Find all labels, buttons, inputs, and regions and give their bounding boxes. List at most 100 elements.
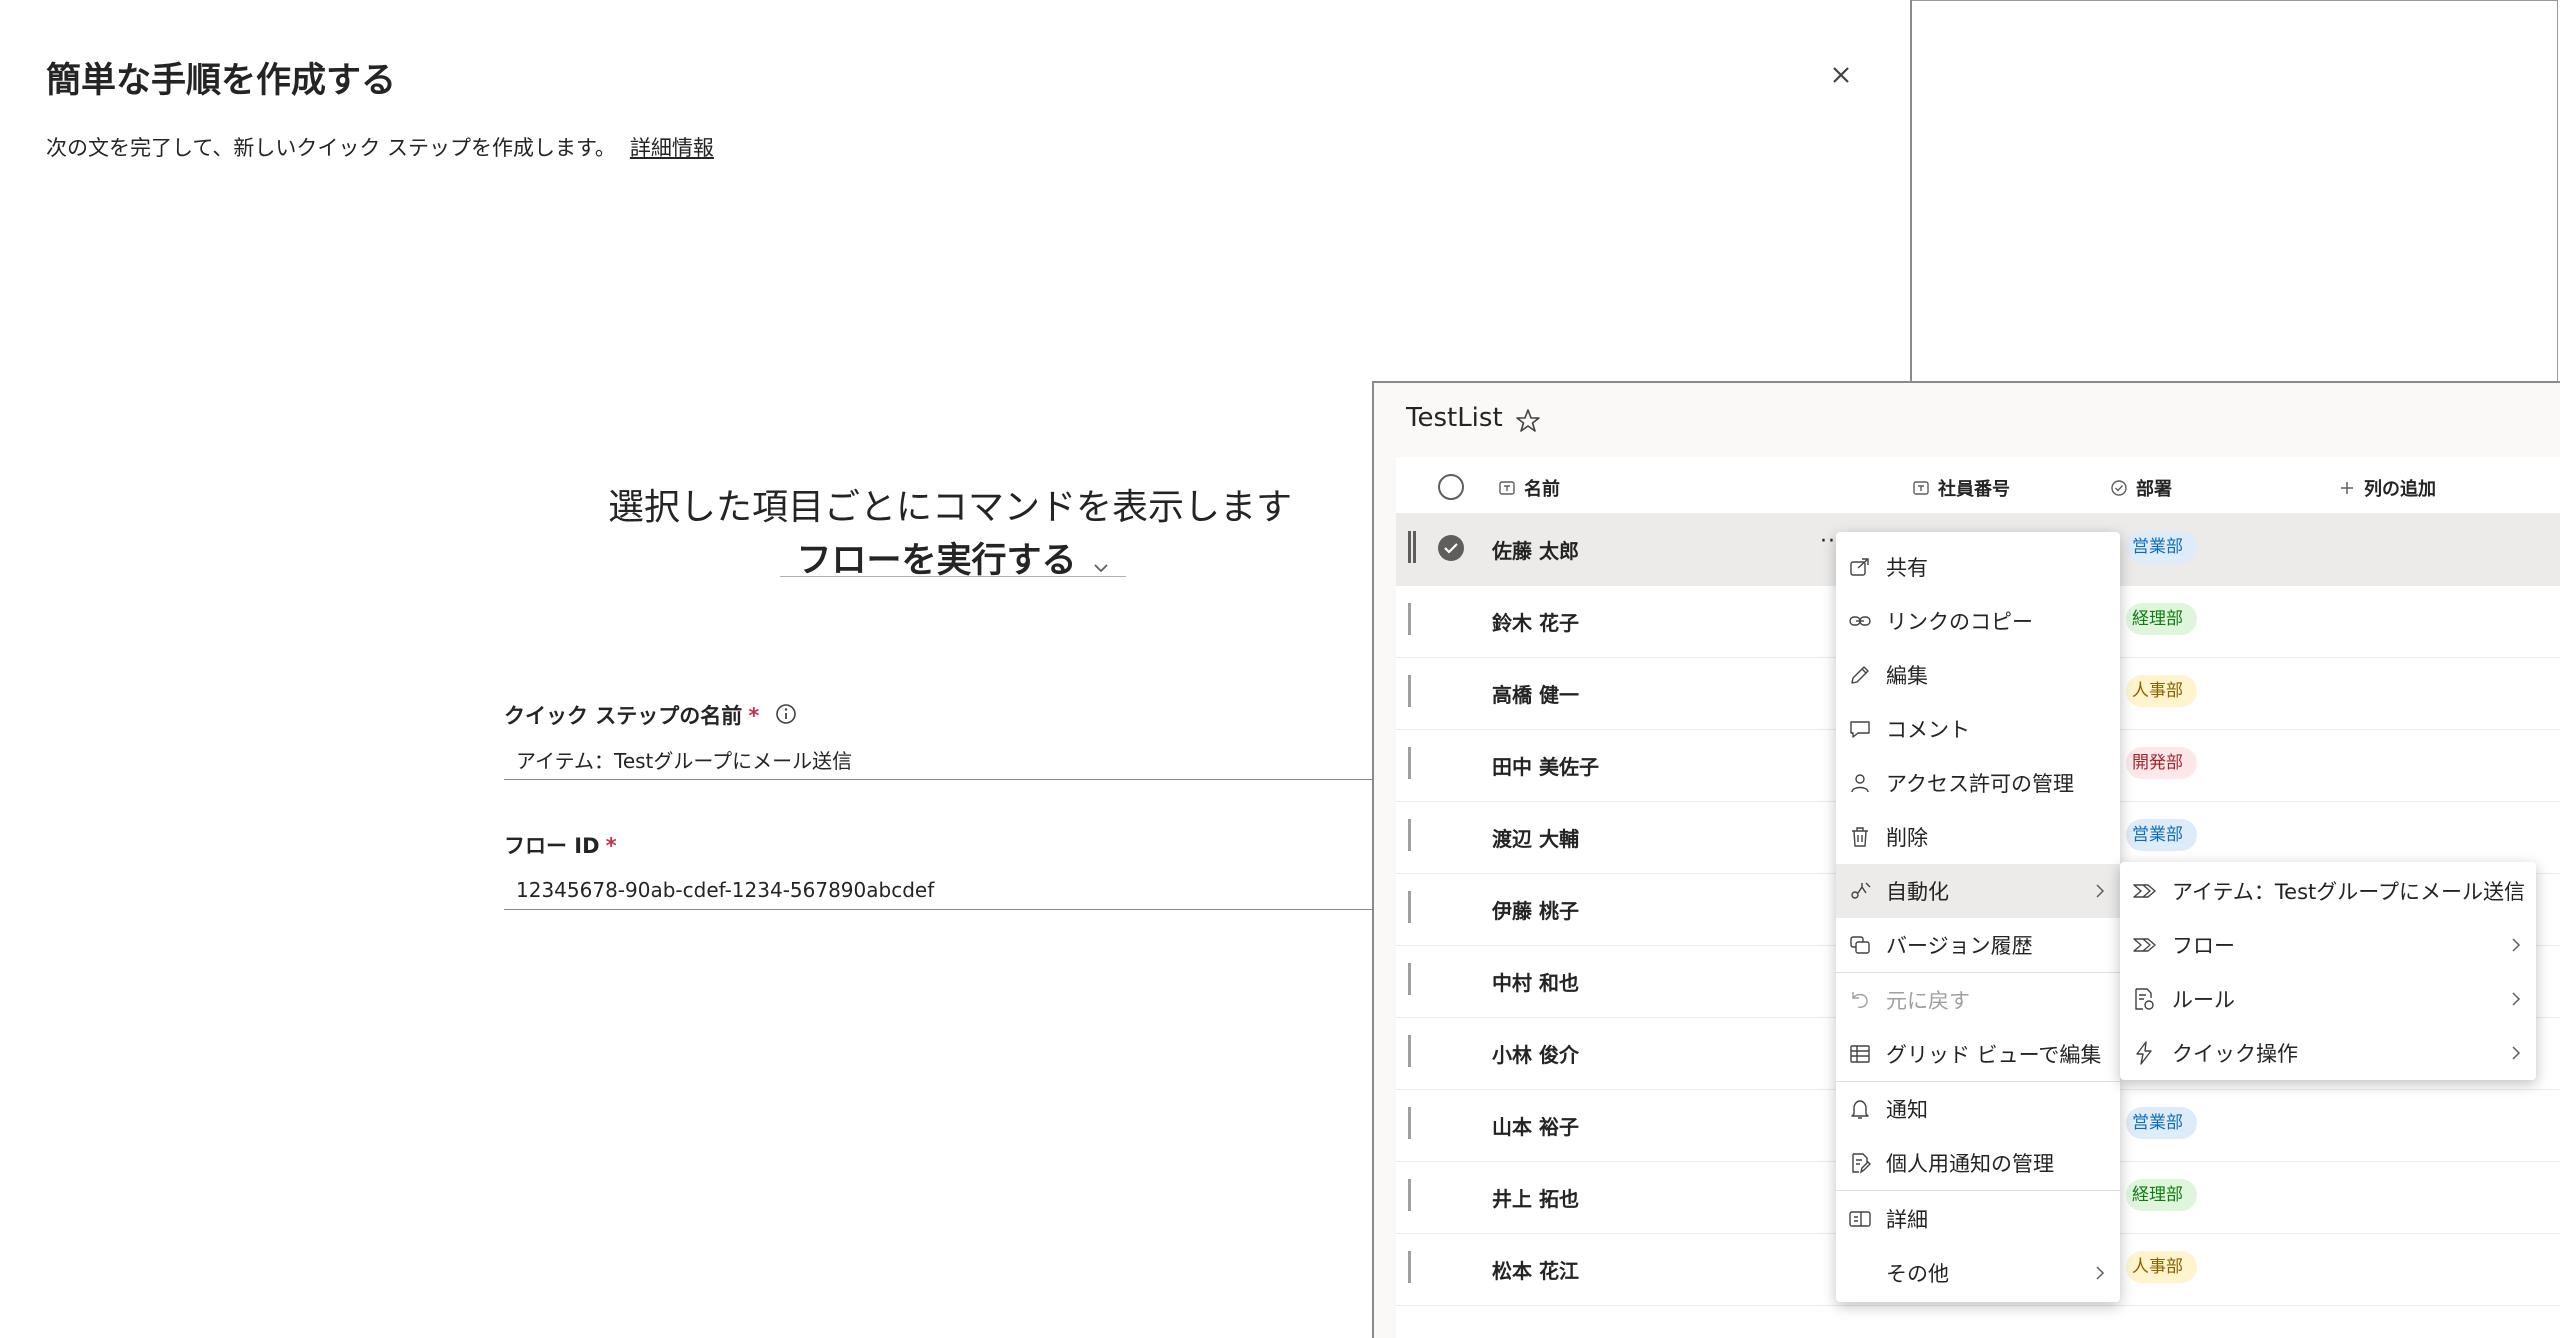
submenu-item-flow[interactable]: フロー	[2120, 918, 2536, 972]
grid-icon	[1850, 1045, 1870, 1063]
menu-item-share[interactable]: 共有	[1836, 540, 2120, 594]
column-header-department-label: 部署	[2136, 479, 2172, 500]
row-name[interactable]: 田中 美佐子	[1492, 751, 1599, 780]
menu-item-version-history[interactable]: バージョン履歴	[1836, 918, 2120, 972]
row-name[interactable]: 小林 俊介	[1492, 1039, 1579, 1068]
menu-item-label: コメント	[1886, 718, 1970, 742]
row-checkbox-checked[interactable]	[1438, 535, 1464, 561]
menu-item-more[interactable]: その他	[1836, 1246, 2120, 1300]
step-sentence: 選択した項目ごとにコマンドを表示します	[607, 487, 1292, 528]
column-header-row: 名前 社員番号 部署 列の追加	[1396, 457, 2560, 514]
menu-item-delete[interactable]: 削除	[1836, 810, 2120, 864]
add-column-button[interactable]: 列の追加	[2338, 475, 2436, 501]
department-badge: 営業部	[2126, 531, 2197, 563]
menu-item-label: 元に戻す	[1886, 989, 1970, 1013]
item-context-menu: 共有 リンクのコピー 編集 コメント アクセス許可の管理 削除 自動化 バージョ…	[1836, 532, 2120, 1302]
share-icon	[1850, 558, 1869, 576]
department-badge: 営業部	[2126, 819, 2197, 851]
row-name[interactable]: 伊藤 桃子	[1492, 895, 1579, 924]
menu-item-label: その他	[1886, 1262, 1949, 1286]
add-column-label: 列の追加	[2364, 479, 2436, 500]
menu-item-label: リンクのコピー	[1886, 610, 2033, 634]
drag-handle[interactable]	[1408, 891, 1411, 923]
menu-item-copy-link[interactable]: リンクのコピー	[1836, 594, 2120, 648]
menu-item-manage-access[interactable]: アクセス許可の管理	[1836, 756, 2120, 810]
menu-item-label: 編集	[1886, 664, 1928, 688]
row-name[interactable]: 佐藤 太郎	[1492, 535, 1579, 564]
history-icon	[1850, 936, 1870, 954]
select-all-checkbox[interactable]	[1438, 474, 1464, 500]
quick-step-name-label: クイック ステップの名前 *	[504, 700, 759, 730]
menu-item-edit[interactable]: 編集	[1836, 648, 2120, 702]
submenu-item-label: アイテム：Testグループにメール送信	[2172, 880, 2525, 904]
chevron-right-icon	[2512, 1046, 2521, 1060]
menu-item-label: 共有	[1886, 556, 1928, 580]
alert-manage-icon	[1852, 1153, 1871, 1174]
drag-handle[interactable]	[1408, 603, 1411, 635]
column-header-employee-no[interactable]: 社員番号	[1912, 475, 2010, 501]
row-name[interactable]: 渡辺 大輔	[1492, 823, 1579, 852]
department-badge: 人事部	[2126, 1251, 2197, 1283]
department-badge: 営業部	[2126, 1107, 2197, 1139]
submenu-item-rule[interactable]: ルール	[2120, 972, 2536, 1026]
row-name[interactable]: 中村 和也	[1492, 967, 1579, 996]
drag-handle[interactable]	[1408, 675, 1411, 707]
drag-handle[interactable]	[1408, 1251, 1411, 1283]
learn-more-link[interactable]: 詳細情報	[630, 136, 714, 160]
subtitle-text: 次の文を完了して、新しいクイック ステップを作成します。	[46, 136, 616, 160]
drag-handle[interactable]	[1408, 747, 1411, 779]
menu-item-label: 自動化	[1886, 880, 1949, 904]
checkmark-icon	[1444, 543, 1458, 554]
menu-item-label: 詳細	[1886, 1208, 1928, 1232]
drag-handle[interactable]	[1408, 1179, 1411, 1211]
column-header-department[interactable]: 部署	[2110, 475, 2172, 501]
close-button[interactable]	[1824, 58, 1858, 92]
automate-icon	[1851, 882, 1871, 899]
submenu-item-label: フロー	[2172, 934, 2235, 958]
flow-icon	[2133, 938, 2156, 952]
required-marker: *	[605, 834, 617, 858]
menu-item-label: アクセス許可の管理	[1886, 772, 2074, 796]
action-dropdown[interactable]: フローを実行する	[780, 532, 1126, 581]
row-name[interactable]: 高橋 健一	[1492, 679, 1579, 708]
menu-item-comment[interactable]: コメント	[1836, 702, 2120, 756]
close-icon	[1833, 67, 1849, 83]
menu-item-alert[interactable]: 通知	[1836, 1082, 2120, 1136]
row-name[interactable]: 鈴木 花子	[1492, 607, 1579, 636]
column-header-name-label: 名前	[1524, 479, 1560, 500]
submenu-item-quick-step[interactable]: アイテム：Testグループにメール送信	[2120, 864, 2536, 918]
menu-item-grid-edit[interactable]: グリッド ビューで編集	[1836, 1027, 2120, 1081]
chevron-down-icon	[1093, 563, 1108, 572]
drag-handle[interactable]	[1408, 531, 1416, 563]
flow-id-label: フロー ID *	[504, 830, 617, 860]
rule-icon	[2135, 988, 2154, 1010]
submenu-item-label: ルール	[2172, 988, 2235, 1012]
menu-item-manage-alerts[interactable]: 個人用通知の管理	[1836, 1136, 2120, 1190]
person-icon	[1851, 774, 1869, 793]
submenu-item-quick-action[interactable]: クイック操作	[2120, 1026, 2536, 1080]
drag-handle[interactable]	[1408, 1107, 1411, 1139]
column-header-employee-no-label: 社員番号	[1938, 479, 2010, 500]
info-icon[interactable]	[775, 703, 797, 725]
plus-icon	[2341, 482, 2353, 494]
department-badge: 人事部	[2126, 675, 2197, 707]
favorite-star-icon[interactable]	[1514, 407, 1542, 435]
menu-item-label: グリッド ビューで編集	[1886, 1043, 2102, 1067]
menu-item-automate[interactable]: 自動化	[1836, 864, 2120, 918]
chevron-right-icon	[2096, 1266, 2105, 1280]
quick-step-name-label-text: クイック ステップの名前	[504, 704, 743, 728]
chevron-right-icon	[2512, 938, 2521, 952]
row-name[interactable]: 松本 花江	[1492, 1255, 1579, 1284]
row-name[interactable]: 井上 拓也	[1492, 1183, 1579, 1212]
drag-handle[interactable]	[1408, 963, 1411, 995]
department-badge: 経理部	[2126, 1179, 2197, 1211]
drag-handle[interactable]	[1408, 1035, 1411, 1067]
column-header-name[interactable]: 名前	[1498, 475, 1560, 501]
menu-separator	[1836, 1190, 2120, 1191]
dialog-subtitle: 次の文を完了して、新しいクイック ステップを作成します。 詳細情報	[46, 132, 714, 162]
menu-item-details[interactable]: 詳細	[1836, 1192, 2120, 1246]
quick-action-icon	[2136, 1041, 2152, 1065]
row-name[interactable]: 山本 裕子	[1492, 1111, 1579, 1140]
required-marker: *	[748, 704, 760, 728]
drag-handle[interactable]	[1408, 819, 1411, 851]
